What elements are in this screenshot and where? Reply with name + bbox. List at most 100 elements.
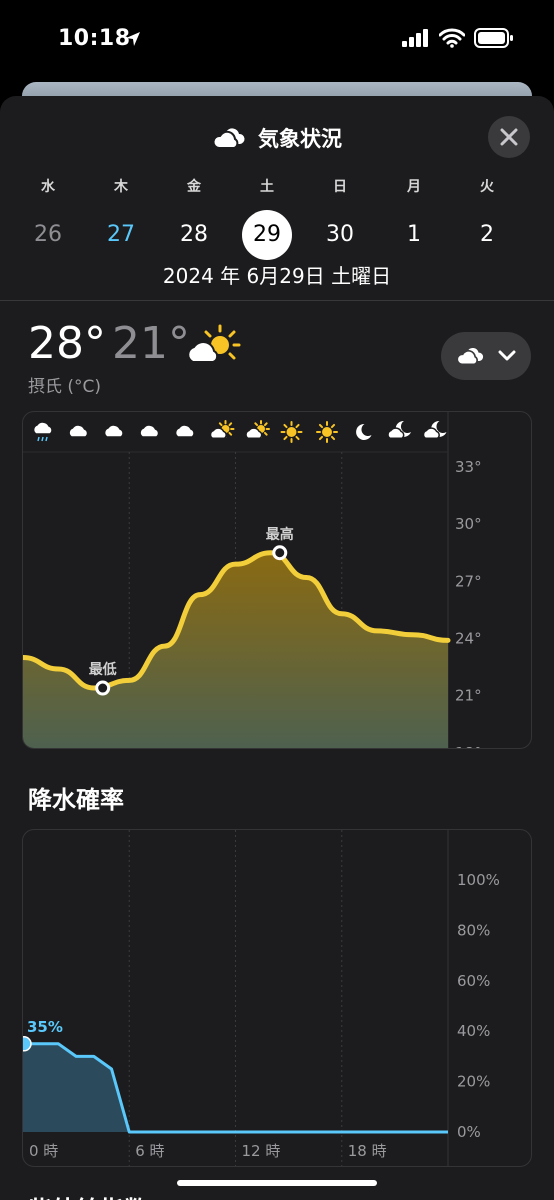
sheet-title: 気象状況 [258,127,342,151]
partly-cloudy-night-icon [422,420,447,439]
sun-icon [280,421,303,443]
cloud-icon [456,347,484,366]
y-tick-label: 33° [455,458,482,476]
temperature-chart: 最高最低33°30°27°24°21°18°15°0 時6 時12 時18 時 [22,411,532,749]
uv-index-title: 紫外線指数 [28,1190,148,1200]
day-1[interactable]: 月1 [384,176,444,260]
rain-icon [32,421,53,442]
sun-icon [316,421,338,443]
sun-ray [318,423,324,429]
day-number: 29 [242,210,292,260]
sun-ray [283,435,288,441]
precipitation-title: 降水確率 [28,786,124,814]
low-label: 最低 [89,661,117,678]
partly-sunny-icon [245,420,270,439]
day-weekday: 木 [114,179,128,195]
high-label: 最高 [266,526,294,543]
y-tick-label: 18° [455,744,482,749]
high-temperature: 28° [28,318,106,369]
precipitation-chart: 35% 100% 80% 60% 40% 20% 0% 0 時 6 時 12 時 18 時 [22,829,532,1167]
day-weekday: 月 [407,179,421,195]
day-number: 1 [407,222,421,247]
close-button[interactable] [488,116,530,158]
partly-cloudy-night-icon [387,420,411,439]
moon-shape [356,423,372,440]
sun-ray [228,422,233,427]
close-icon [500,128,518,146]
cloud-shape [68,424,89,438]
day-weekday: 日 [333,179,347,195]
day-29[interactable]: 土 29 [237,176,297,260]
day-number: 28 [180,222,208,247]
sun-ray [330,423,336,429]
moon-icon [356,423,372,440]
divider [0,300,554,301]
cloud-shape [103,424,124,438]
rain-drop [41,436,44,442]
y-tick-label: 21° [455,687,482,705]
y-tick-label: 20% [457,1073,490,1091]
day-26[interactable]: 水 26 [18,176,78,260]
y-tick-label: 24° [455,630,482,648]
x-tick-label: 18 時 [348,1142,387,1160]
day-number: 2 [480,222,494,247]
sun-ray [295,423,300,429]
sun-ray [228,431,233,436]
y-tick-label: 27° [455,572,482,590]
y-tick-label: 0% [457,1123,481,1141]
temperature-summary: 28° 21° [28,318,190,369]
cloud-shape [174,424,195,438]
partly-sunny-icon [187,324,241,363]
cloud-icon [212,128,245,149]
cloud-icon [139,424,160,438]
y-tick-label: 30° [455,515,482,533]
x-tick-label: 12 時 [242,1142,281,1160]
day-number: 27 [107,222,135,247]
sheet-header: 気象状況 [0,120,554,156]
sun-ray [295,435,300,441]
day-number: 26 [34,222,62,247]
y-tick-label: 60% [457,972,490,990]
day-weekday: 金 [187,179,201,195]
y-tick-label: 40% [457,1022,490,1040]
location-arrow-icon [126,32,140,46]
day-weekday: 土 [260,179,274,195]
sun-ray [254,422,259,427]
cloud-icon [174,424,195,438]
day-27[interactable]: 木 27 [91,176,151,260]
battery-icon [474,28,513,48]
temperature-area [23,552,448,748]
sun-ray [330,435,336,441]
status-time: 10:18 [58,26,131,51]
x-tick-label: 0 時 [29,1142,58,1160]
condition-selector-button[interactable] [441,332,531,380]
cloud-icon [103,424,124,438]
status-bar: 10:18 [0,0,554,80]
sun-core [322,427,332,437]
sun-ray [283,423,288,429]
day-number: 30 [326,222,354,247]
day-30[interactable]: 日 30 [310,176,370,260]
day-28[interactable]: 金 28 [164,176,224,260]
status-indicators [402,28,514,48]
sun-ray [218,422,223,427]
day-2[interactable]: 火2 [457,176,517,260]
unit-label: 摂氏 (°C) [28,377,102,397]
peak-label: 35% [27,1018,63,1036]
y-tick-label: 100% [457,871,500,889]
temperature-chart-svg: 最高最低33°30°27°24°21°18°15°0 時6 時12 時18 時 [23,412,482,749]
cloud-shape [139,424,160,438]
sun-ray [318,435,324,441]
cloud-shape [32,421,53,435]
y-tick-label: 80% [457,921,490,939]
sun-core [286,427,297,437]
sun-ray [263,422,268,427]
low-marker [95,680,111,696]
day-weekday: 水 [41,179,55,195]
selected-date-label: 2024 年 6月29日 土曜日 [162,264,392,288]
weather-conditions-sheet: 気象状況 水 26 木 27 金 28 土 29 日 30 月 1 火 2 2024 年 6月29日 土曜… [0,96,554,1200]
x-tick-label: 6 時 [135,1142,164,1160]
day-weekday: 火 [480,179,494,195]
signal-icon [402,29,428,47]
precipitation-chart-svg: 35% 100% 80% 60% 40% 20% 0% 0 時 6 時 12 時 18 時 [23,830,500,1166]
